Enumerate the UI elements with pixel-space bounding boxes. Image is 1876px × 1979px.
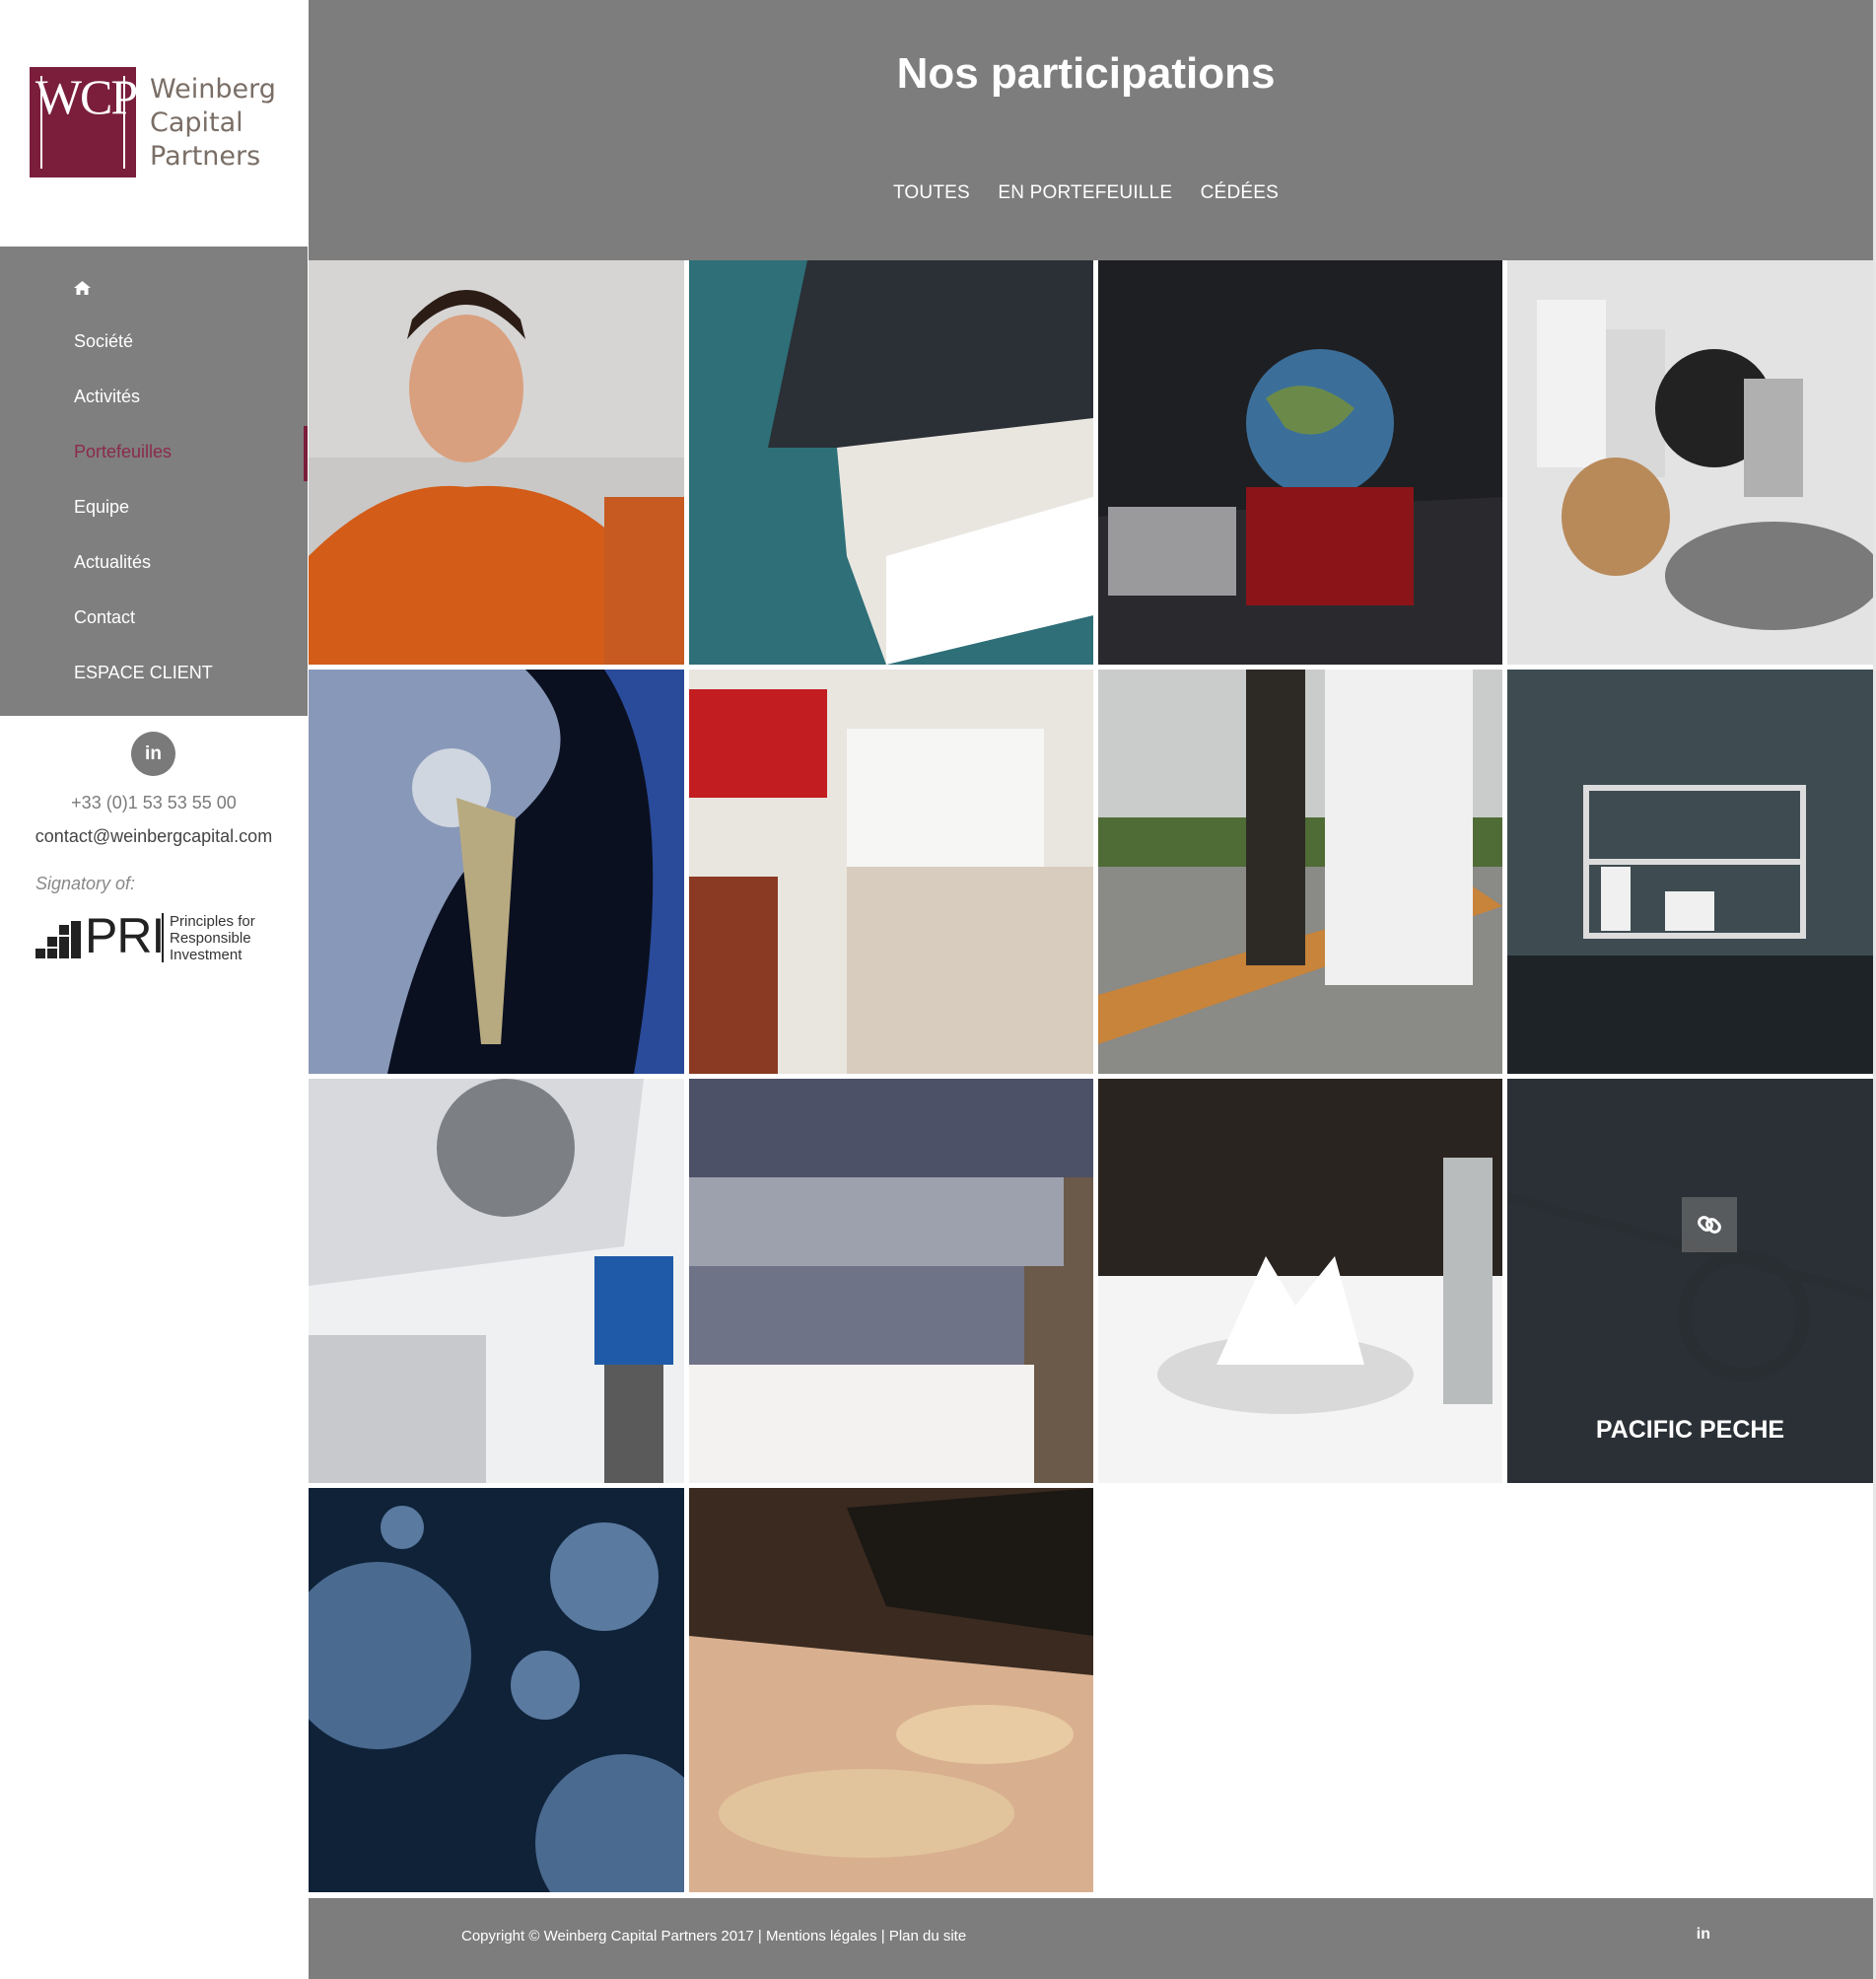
footer-separator-2: | [876,1928,889,1944]
email-link[interactable]: contact@weinbergcapital.com [0,826,308,847]
logo-mark: WCP [30,67,138,177]
tile-hvac-technician[interactable] [309,1079,684,1483]
copyright-text: Copyright © Weinberg Capital Partners 20… [461,1928,754,1944]
tile-craftsman[interactable] [309,260,684,665]
nav-item-societe[interactable]: Société [74,331,133,352]
linkedin-icon[interactable]: in [131,732,175,776]
filter-en-portefeuille[interactable]: EN PORTEFEUILLE [998,182,1172,204]
tile-knitwear[interactable] [689,1079,1093,1483]
main-navigation: Société Activités Portefeuilles Equipe A… [0,247,308,716]
plan-du-site-link[interactable]: Plan du site [889,1928,966,1944]
pri-subtitle: Principles for Responsible Investment [170,913,255,963]
phone-number: +33 (0)1 53 53 55 00 [71,793,237,813]
nav-item-activites[interactable]: Activités [74,387,140,407]
footer-text: Copyright © Weinberg Capital Partners 20… [461,1928,966,1944]
linkedin-icon[interactable]: in [1697,1926,1710,1944]
filter-cedees[interactable]: CÉDÉES [1201,182,1279,204]
tile-pacific-peche[interactable]: PACIFIC PECHE [1507,1079,1873,1483]
tile-chess-globe[interactable] [1098,260,1502,665]
link-icon[interactable] [1682,1197,1737,1252]
nav-item-equipe[interactable]: Equipe [74,497,129,518]
tile-hip-implant[interactable] [309,670,684,1074]
tile-bakery[interactable] [689,1488,1093,1892]
logo-line-3: Partners [150,141,261,172]
tile-renovation-tools[interactable] [689,670,1093,1074]
sidebar: WCP Weinberg Capital Partners Société Ac… [0,0,308,1979]
pri-bars-icon [35,921,81,960]
tile-label: PACIFIC PECHE [1595,1416,1785,1444]
page-title: Nos participations [896,49,1276,98]
mentions-legales-link[interactable]: Mentions légales [766,1928,877,1944]
logo-line-2: Capital [150,107,243,138]
filter-toutes[interactable]: TOUTES [893,182,970,204]
page-footer: Copyright © Weinberg Capital Partners 20… [309,1898,1873,1979]
tile-shelving[interactable] [1507,670,1873,1074]
nav-item-contact[interactable]: Contact [74,607,135,628]
tile-table-setting[interactable] [1098,1079,1502,1483]
logo-line-1: Weinberg [150,74,276,105]
portfolio-grid: PACIFIC PECHE [309,260,1873,1897]
tile-auto-parts[interactable] [1507,260,1873,665]
portfolio-filters: TOUTES EN PORTEFEUILLE CÉDÉES [309,182,1863,204]
tile-virus[interactable] [309,1488,684,1892]
company-logo[interactable]: WCP Weinberg Capital Partners [30,67,286,181]
pri-acronym: PRI [85,908,165,963]
nav-item-actualites[interactable]: Actualités [74,552,151,573]
signatory-label: Signatory of: [35,874,136,893]
nav-item-espace-client[interactable]: ESPACE CLIENT [74,663,213,683]
home-icon[interactable] [74,281,91,295]
pri-logo[interactable]: PRI Principles for Responsible Investmen… [35,909,292,972]
tile-roofing-workers[interactable] [1098,670,1502,1074]
logo-wordmark: Weinberg Capital Partners [150,73,276,174]
footer-separator: | [753,1928,766,1944]
nav-item-portefeuilles[interactable]: Portefeuilles [74,442,172,462]
page-header: Nos participations TOUTES EN PORTEFEUILL… [309,0,1873,260]
tile-sailboat[interactable] [689,260,1093,665]
logo-mark-text: WCP [35,69,138,124]
active-indicator [304,426,308,481]
